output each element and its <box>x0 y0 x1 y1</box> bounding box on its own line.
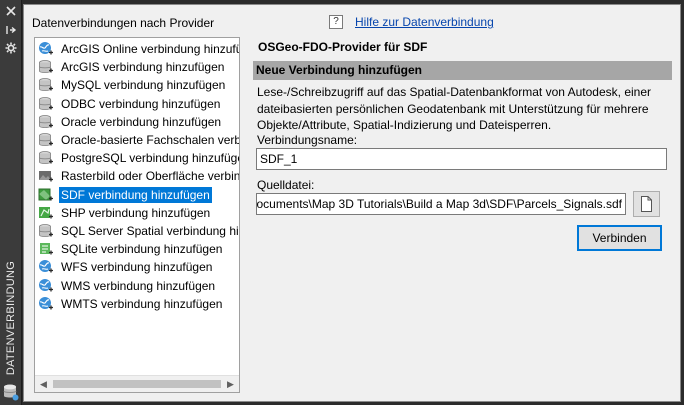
help-link[interactable]: Hilfe zur Datenverbindung <box>355 15 494 29</box>
provider-item-label: Oracle-basierte Fachschalen verbindung h… <box>61 133 239 148</box>
provider-item-label: WMTS verbindung hinzufügen <box>61 296 223 311</box>
provider-item[interactable]: ArcGIS verbindung hinzufügen <box>35 58 239 76</box>
auto-hide-icon[interactable] <box>5 24 17 36</box>
palette-title: DATENVERBINDUNG <box>5 260 17 376</box>
providers-heading: Datenverbindungen nach Provider <box>32 16 215 30</box>
provider-item-label: MySQL verbindung hinzufügen <box>61 78 226 93</box>
provider-item-label: SDF verbindung hinzufügen <box>59 186 212 203</box>
provider-item[interactable]: ArcGIS Online verbindung hinzufügen <box>35 40 239 58</box>
raster-icon <box>38 168 54 184</box>
provider-item[interactable]: SDF verbindung hinzufügen <box>35 186 239 204</box>
horizontal-scrollbar[interactable]: ◀ ▶ <box>35 375 239 392</box>
provider-item[interactable]: SQLite verbindung hinzufügen <box>35 240 239 258</box>
provider-item[interactable]: Oracle verbindung hinzufügen <box>35 113 239 131</box>
provider-list[interactable]: ArcGIS Online verbindung hinzufügen ArcGI… <box>34 37 240 393</box>
globe-icon <box>38 41 54 57</box>
provider-item[interactable]: SQL Server Spatial verbindung hinzufügen <box>35 222 239 240</box>
database-icon <box>38 77 54 93</box>
source-file-input[interactable]: C:\Users\Documents\Map 3D Tutorials\Buil… <box>256 193 626 215</box>
shp-icon <box>38 205 54 221</box>
database-icon <box>38 59 54 75</box>
globe-icon <box>38 278 54 294</box>
provider-item[interactable]: MySQL verbindung hinzufügen <box>35 76 239 94</box>
provider-item[interactable]: WMTS verbindung hinzufügen <box>35 295 239 313</box>
provider-item-label: SHP verbindung hinzufügen <box>61 205 211 220</box>
help-area: ? Hilfe zur Datenverbindung <box>329 13 494 31</box>
help-question-icon[interactable]: ? <box>329 15 343 29</box>
globe-icon <box>38 259 54 275</box>
globe-icon <box>38 296 54 312</box>
source-file-label: Quelldatei: <box>257 178 315 192</box>
palette-strip: DATENVERBINDUNG <box>0 0 22 405</box>
provider-item[interactable]: SHP verbindung hinzufügen <box>35 204 239 222</box>
data-connect-icon <box>3 383 19 401</box>
connection-name-label: Verbindungsname: <box>257 133 358 147</box>
provider-item[interactable]: WFS verbindung hinzufügen <box>35 258 239 276</box>
database-icon <box>38 132 54 148</box>
data-connect-panel: Datenverbindungen nach Provider ? Hilfe … <box>23 4 681 402</box>
provider-item-label: ODBC verbindung hinzufügen <box>61 96 221 111</box>
file-icon <box>641 196 652 212</box>
provider-item-label: Oracle verbindung hinzufügen <box>61 114 222 129</box>
provider-item-label: SQL Server Spatial verbindung hinzufügen <box>61 223 239 238</box>
provider-item-label: ArcGIS Online verbindung hinzufügen <box>61 42 239 57</box>
section-header: Neue Verbindung hinzufügen <box>253 61 672 80</box>
close-icon[interactable] <box>5 5 17 17</box>
section-title: Neue Verbindung hinzufügen <box>256 63 422 77</box>
provider-item-label: PostgreSQL verbindung hinzufügen <box>61 151 240 166</box>
database-icon <box>38 114 54 130</box>
sdf-icon <box>38 187 54 203</box>
database-icon <box>38 223 54 239</box>
provider-item-label: WMS verbindung hinzufügen <box>61 278 216 293</box>
provider-item[interactable]: Rasterbild oder Oberfläche verbindung hi… <box>35 167 240 185</box>
provider-description: Lese-/Schreibzugriff auf das Spatial-Dat… <box>257 85 652 132</box>
provider-item[interactable]: PostgreSQL verbindung hinzufügen <box>35 149 240 167</box>
database-icon <box>38 150 54 166</box>
provider-item-label: WFS verbindung hinzufügen <box>61 260 213 275</box>
scroll-left-icon[interactable]: ◀ <box>35 376 52 392</box>
provider-title: OSGeo-FDO-Provider für SDF <box>258 40 428 54</box>
connect-button[interactable]: Verbinden <box>577 225 662 251</box>
provider-item[interactable]: WMS verbindung hinzufügen <box>35 276 239 294</box>
settings-icon[interactable] <box>5 42 17 54</box>
scrollbar-thumb[interactable] <box>53 380 221 388</box>
database-icon <box>38 96 54 112</box>
browse-button[interactable] <box>633 191 660 217</box>
connection-name-input[interactable] <box>256 148 667 170</box>
provider-item[interactable]: ODBC verbindung hinzufügen <box>35 95 239 113</box>
scroll-right-icon[interactable]: ▶ <box>222 376 239 392</box>
provider-item-label: ArcGIS verbindung hinzufügen <box>61 60 225 75</box>
sqlite-icon <box>38 241 54 257</box>
provider-item[interactable]: Oracle-basierte Fachschalen verbindung h… <box>35 131 239 149</box>
provider-item-label: Rasterbild oder Oberfläche verbindung hi… <box>61 169 240 184</box>
provider-item-label: SQLite verbindung hinzufügen <box>61 242 223 257</box>
